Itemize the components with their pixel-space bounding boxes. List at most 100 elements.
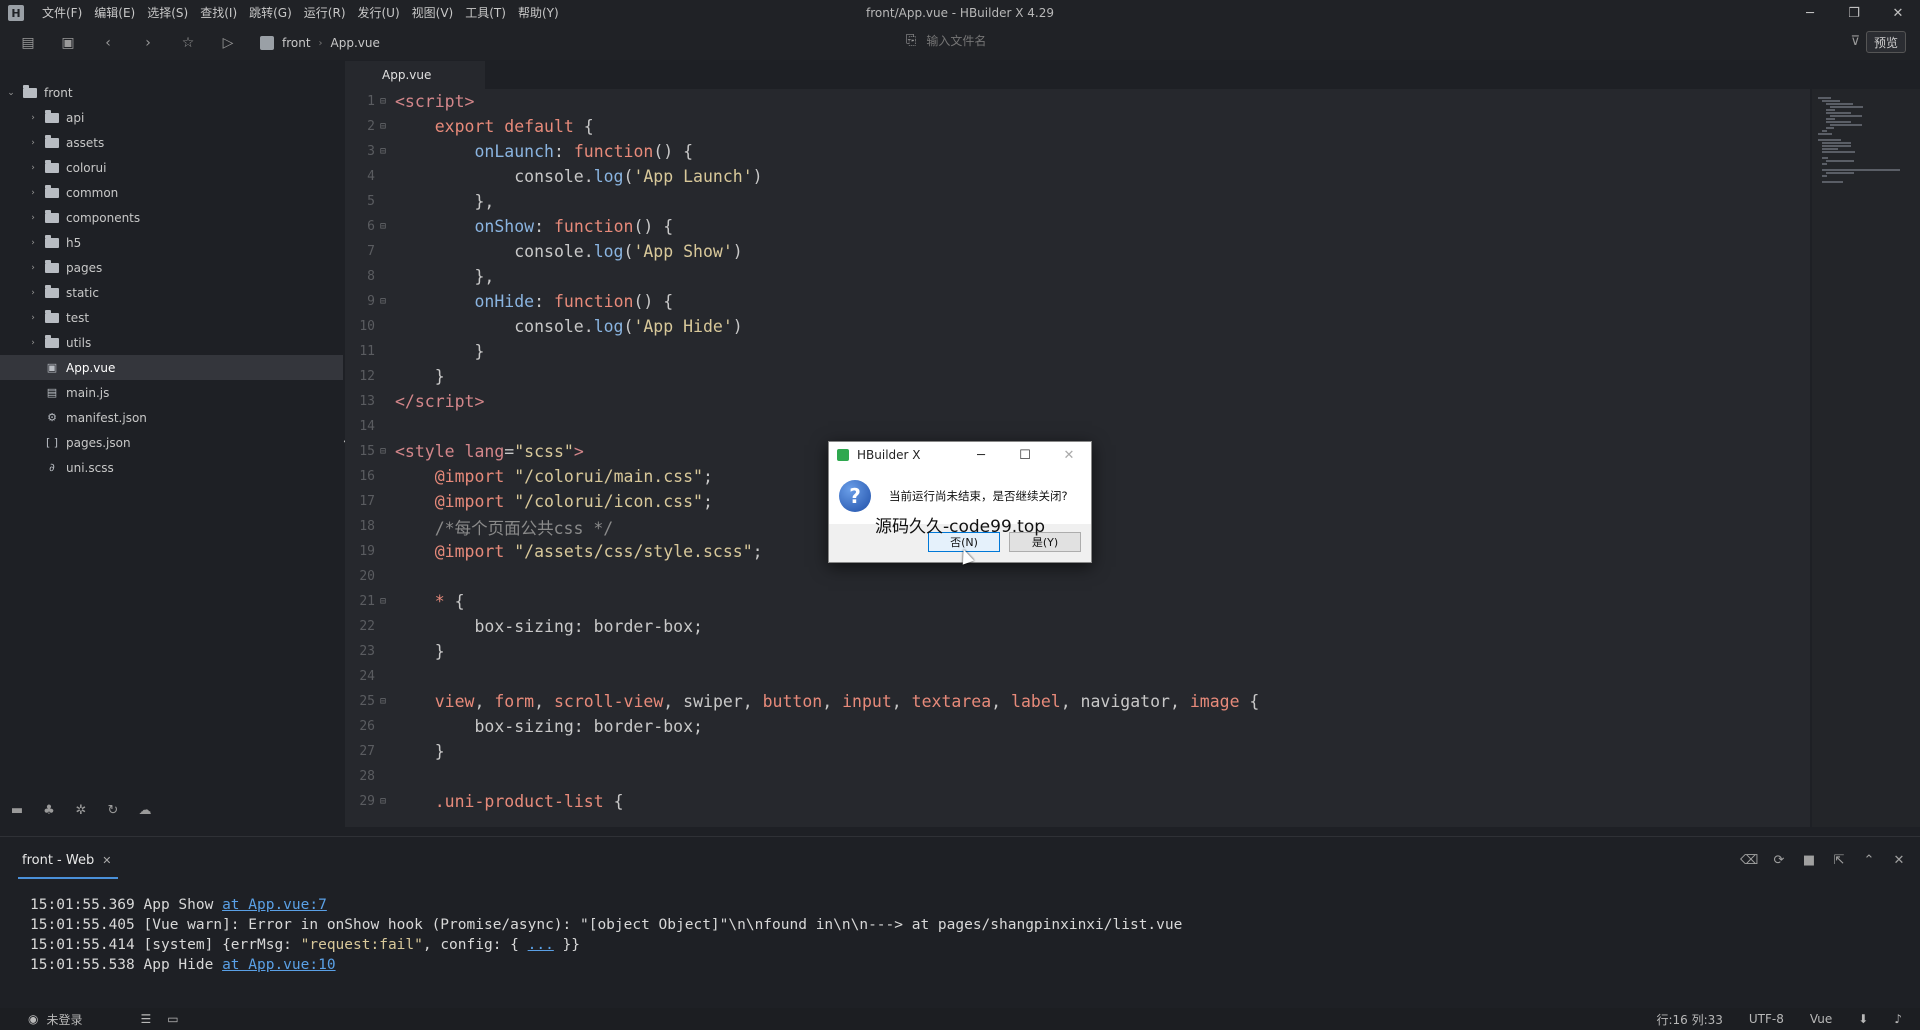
code-line[interactable]: 5 }, bbox=[345, 189, 1810, 214]
tree-project-root[interactable]: ⌄ front bbox=[0, 80, 343, 105]
fold-icon[interactable]: ⊟ bbox=[375, 696, 391, 707]
back-icon[interactable]: ‹ bbox=[96, 31, 120, 55]
tree-folder[interactable]: › pages bbox=[0, 255, 343, 280]
code-line[interactable]: 14 bbox=[345, 414, 1810, 439]
code-line[interactable]: 21 ⊟ * { bbox=[345, 589, 1810, 614]
menu-item[interactable]: 选择(S) bbox=[141, 0, 194, 26]
save-icon[interactable]: ▣ bbox=[56, 31, 80, 55]
code-line[interactable]: 13 </script> bbox=[345, 389, 1810, 414]
debug-bug-icon[interactable]: ✲ bbox=[70, 803, 92, 818]
code-line[interactable]: 1 ⊟ <script> bbox=[345, 89, 1810, 114]
code-line[interactable]: 20 bbox=[345, 564, 1810, 589]
minimize-icon[interactable]: ─ bbox=[1788, 0, 1832, 26]
tree-file[interactable]: [ ] pages.json bbox=[0, 430, 343, 455]
console-tab[interactable]: front - Web ✕ bbox=[22, 853, 111, 868]
menu-item[interactable]: 跳转(G) bbox=[243, 0, 298, 26]
close-tab-icon[interactable]: ✕ bbox=[102, 854, 111, 867]
code-line[interactable]: 29 ⊟ .uni-product-list { bbox=[345, 789, 1810, 814]
maximize-panel-icon[interactable]: ⌃ bbox=[1860, 853, 1878, 868]
tree-file[interactable]: ⚙ manifest.json bbox=[0, 405, 343, 430]
fold-icon[interactable]: ⊟ bbox=[375, 221, 391, 232]
log-source-link[interactable]: at App.vue:10 bbox=[222, 957, 336, 973]
log-source-link[interactable]: ... bbox=[528, 937, 554, 953]
tree-folder[interactable]: › api bbox=[0, 105, 343, 130]
tree-file[interactable]: ∂ uni.scss bbox=[0, 455, 343, 480]
fold-icon[interactable]: ⊟ bbox=[375, 121, 391, 132]
notification-bell-icon[interactable]: ♪ bbox=[1894, 1012, 1902, 1026]
code-line[interactable]: 10 console.log('App Hide') bbox=[345, 314, 1810, 339]
code-line[interactable]: 8 }, bbox=[345, 264, 1810, 289]
project-manager-icon[interactable]: ▬ bbox=[6, 803, 28, 818]
code-line[interactable]: 6 ⊟ onShow: function() { bbox=[345, 214, 1810, 239]
minimap[interactable] bbox=[1812, 89, 1920, 827]
fold-icon[interactable]: ⊟ bbox=[375, 296, 391, 307]
open-external-icon[interactable]: ⇱ bbox=[1830, 853, 1848, 868]
new-file-icon[interactable]: ▤ bbox=[16, 31, 40, 55]
refresh-icon[interactable]: ↻ bbox=[102, 803, 124, 818]
preview-button[interactable]: 预览 bbox=[1866, 31, 1906, 53]
tab-app-vue[interactable]: App.vue bbox=[345, 61, 485, 89]
run-icon[interactable]: ▷ bbox=[216, 31, 240, 55]
code-line[interactable]: 22 box-sizing: border-box; bbox=[345, 614, 1810, 639]
code-line[interactable]: 27 } bbox=[345, 739, 1810, 764]
code-line[interactable]: 28 bbox=[345, 764, 1810, 789]
code-line[interactable]: 9 ⊟ onHide: function() { bbox=[345, 289, 1810, 314]
breadcrumb-project[interactable]: front bbox=[282, 36, 311, 50]
fold-icon[interactable]: ⊟ bbox=[375, 796, 391, 807]
dialog-close-icon[interactable]: ✕ bbox=[1047, 442, 1091, 468]
fold-icon[interactable]: ⊟ bbox=[375, 146, 391, 157]
tree-folder[interactable]: › static bbox=[0, 280, 343, 305]
menu-item[interactable]: 发行(U) bbox=[352, 0, 406, 26]
code-line[interactable]: 25 ⊟ view, form, scroll-view, swiper, but… bbox=[345, 689, 1810, 714]
dialog-minimize-icon[interactable]: ─ bbox=[959, 442, 1003, 468]
restore-icon[interactable]: ❐ bbox=[1832, 0, 1876, 26]
fold-icon[interactable]: ⊟ bbox=[375, 596, 391, 607]
tree-folder[interactable]: › common bbox=[0, 180, 343, 205]
cloud-icon[interactable]: ☁ bbox=[134, 803, 156, 818]
favorite-star-icon[interactable]: ☆ bbox=[176, 31, 200, 55]
filter-icon[interactable]: ⊽ bbox=[1850, 34, 1860, 49]
terminal-icon[interactable]: ▭ bbox=[167, 1012, 178, 1026]
language-mode[interactable]: Vue bbox=[1810, 1012, 1832, 1026]
clear-console-icon[interactable]: ⌫ bbox=[1740, 853, 1758, 868]
plugin-icon[interactable]: ♣ bbox=[38, 803, 60, 818]
close-panel-icon[interactable]: ✕ bbox=[1890, 853, 1908, 868]
code-line[interactable]: 7 console.log('App Show') bbox=[345, 239, 1810, 264]
dialog-maximize-icon[interactable]: ☐ bbox=[1003, 442, 1047, 468]
code-line[interactable]: 11 } bbox=[345, 339, 1810, 364]
tree-file[interactable]: ▤ main.js bbox=[0, 380, 343, 405]
login-status[interactable]: 未登录 bbox=[46, 1011, 82, 1028]
cursor-position[interactable]: 行:16 列:33 bbox=[1656, 1011, 1722, 1028]
log-source-link[interactable]: at App.vue:7 bbox=[222, 897, 327, 913]
code-line[interactable]: 12 } bbox=[345, 364, 1810, 389]
menu-item[interactable]: 工具(T) bbox=[459, 0, 512, 26]
restart-icon[interactable]: ⟳ bbox=[1770, 853, 1788, 868]
tree-folder[interactable]: › utils bbox=[0, 330, 343, 355]
tree-folder[interactable]: › h5 bbox=[0, 230, 343, 255]
code-line[interactable]: 4 console.log('App Launch') bbox=[345, 164, 1810, 189]
fold-icon[interactable]: ⊟ bbox=[375, 446, 391, 457]
file-search-input[interactable] bbox=[926, 33, 1127, 48]
outline-icon[interactable]: ☰ bbox=[141, 1012, 152, 1026]
close-icon[interactable]: ✕ bbox=[1876, 0, 1920, 26]
forward-icon[interactable]: › bbox=[136, 31, 160, 55]
menu-item[interactable]: 编辑(E) bbox=[88, 0, 141, 26]
code-line[interactable]: 26 box-sizing: border-box; bbox=[345, 714, 1810, 739]
tree-folder[interactable]: › colorui bbox=[0, 155, 343, 180]
tree-folder[interactable]: › components bbox=[0, 205, 343, 230]
code-line[interactable]: 3 ⊟ onLaunch: function() { bbox=[345, 139, 1810, 164]
stop-icon[interactable]: ■ bbox=[1800, 853, 1818, 868]
tree-file[interactable]: ▣ App.vue bbox=[0, 355, 343, 380]
menu-item[interactable]: 查找(I) bbox=[194, 0, 243, 26]
menu-item[interactable]: 视图(V) bbox=[406, 0, 460, 26]
file-encoding[interactable]: UTF-8 bbox=[1749, 1012, 1784, 1026]
menu-item[interactable]: 文件(F) bbox=[36, 0, 88, 26]
code-line[interactable]: 24 bbox=[345, 664, 1810, 689]
menu-item[interactable]: 运行(R) bbox=[298, 0, 352, 26]
tree-folder[interactable]: › test bbox=[0, 305, 343, 330]
download-icon[interactable]: ⬇ bbox=[1858, 1012, 1868, 1026]
code-line[interactable]: 2 ⊟ export default { bbox=[345, 114, 1810, 139]
code-line[interactable]: 23 } bbox=[345, 639, 1810, 664]
tree-folder[interactable]: › assets bbox=[0, 130, 343, 155]
menu-item[interactable]: 帮助(Y) bbox=[512, 0, 565, 26]
